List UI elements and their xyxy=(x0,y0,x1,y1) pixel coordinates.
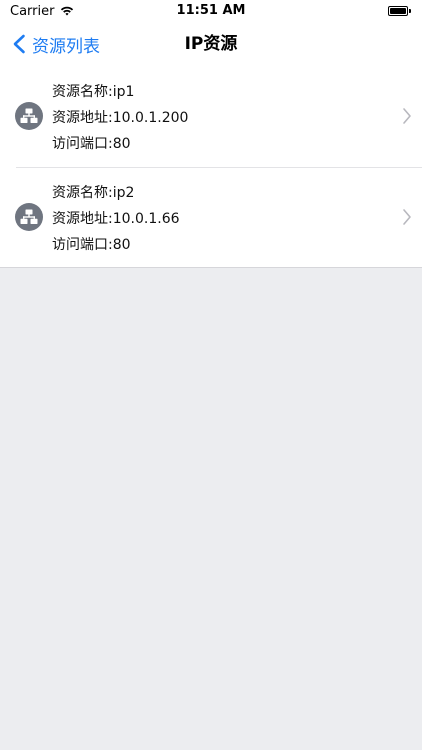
status-bar: Carrier 11:51 AM xyxy=(0,0,422,22)
resource-name: 资源名称:ip2 xyxy=(52,185,135,201)
status-time: 11:51 AM xyxy=(176,3,246,18)
resource-list: 资源名称:ip1 资源地址:10.0.1.200 访问端口:80 资源名称:ip… xyxy=(0,66,422,268)
resource-name: 资源名称:ip1 xyxy=(52,84,135,100)
list-item-ip2[interactable]: 资源名称:ip2 资源地址:10.0.1.66 访问端口:80 xyxy=(0,167,422,268)
resource-port: 访问端口:80 xyxy=(52,237,131,253)
chevron-right-icon xyxy=(402,208,412,226)
network-icon xyxy=(15,203,43,231)
battery-tip xyxy=(409,9,411,13)
list-bottom-divider xyxy=(0,267,422,268)
battery-icon xyxy=(388,5,412,17)
resource-address: 资源地址:10.0.1.200 xyxy=(52,110,189,126)
battery-fill xyxy=(390,8,406,14)
chevron-right-icon xyxy=(402,107,412,125)
resource-address: 资源地址:10.0.1.66 xyxy=(52,211,180,227)
list-item-ip1[interactable]: 资源名称:ip1 资源地址:10.0.1.200 访问端口:80 xyxy=(0,66,422,167)
page-title: IP资源 xyxy=(184,34,238,54)
resource-details: 资源名称:ip1 资源地址:10.0.1.200 访问端口:80 xyxy=(52,79,188,157)
network-icon xyxy=(15,102,43,130)
navigation-bar: 资源列表 IP资源 xyxy=(0,22,422,66)
battery-body xyxy=(388,6,408,16)
app-screen: Carrier 11:51 AM 资源列表 IP资源 资源名称:ip1 资源地址… xyxy=(0,0,422,750)
resource-port: 访问端口:80 xyxy=(52,136,131,152)
resource-details: 资源名称:ip2 资源地址:10.0.1.66 访问端口:80 xyxy=(52,180,180,258)
